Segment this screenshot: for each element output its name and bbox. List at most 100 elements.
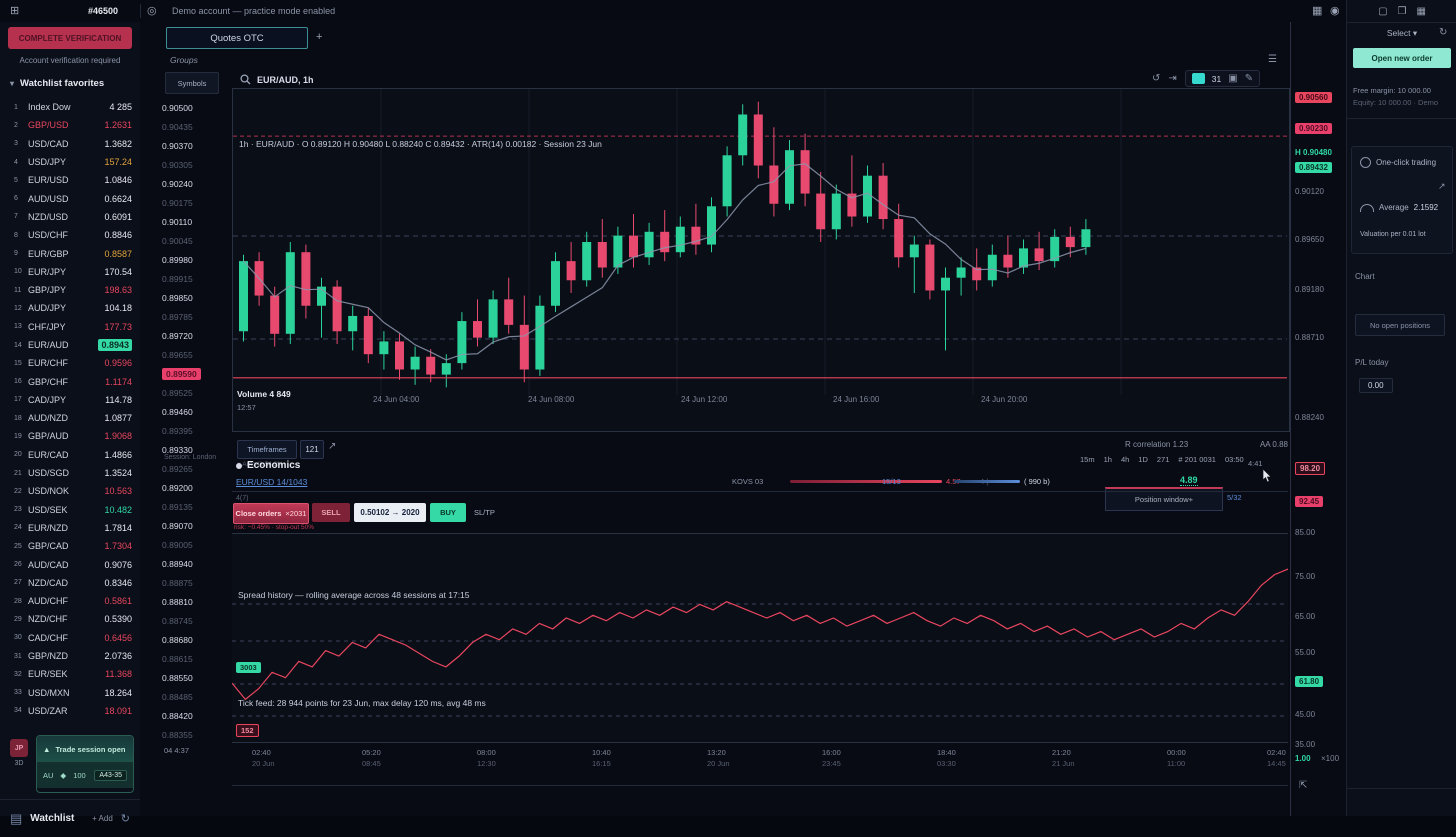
lot-size-input[interactable]: 0.50102 → 2020 [354, 503, 426, 522]
watchlist-row[interactable]: 30 CAD/CHF 0.6456 [0, 629, 140, 647]
candlestick-chart[interactable]: 1h · EUR/AUD · O 0.89120 H 0.90480 L 0.8… [232, 88, 1290, 432]
watchlist-row[interactable]: 4 USD/JPY 157.24 [0, 153, 140, 171]
watchlist-row[interactable]: 25 GBP/CAD 1.7304 [0, 537, 140, 555]
watchlist-row[interactable]: 8 USD/CHF 0.8846 [0, 226, 140, 244]
watchlist-row[interactable]: 33 USD/MXN 18.264 [0, 684, 140, 702]
watchlist-row[interactable]: 34 USD/ZAR 18.091 [0, 702, 140, 720]
session-icon-1[interactable]: AU [43, 771, 53, 780]
watchlist-row-index: 20 [14, 451, 28, 458]
ladder-price-row: 0.90045 [162, 231, 228, 250]
watchlist-price: 0.5861 [104, 596, 132, 606]
watchlist-row[interactable]: 1 Index Dow 4 285 [0, 98, 140, 116]
notifications-icon[interactable]: ◉ [1330, 0, 1340, 22]
watchlist-price: 177.73 [104, 322, 132, 332]
bar-count-badge: 31 [1212, 74, 1221, 84]
watchlist-row[interactable]: 3 USD/CAD 1.3682 [0, 135, 140, 153]
topbar-notice: Demo account — practice mode enabled [172, 0, 335, 22]
trade-session-widget[interactable]: ▲ Trade session open AU ◆ 100 A43-35 [36, 735, 134, 793]
watchlist-row[interactable]: 19 GBP/AUD 1.9068 [0, 427, 140, 445]
watchlist-row[interactable]: 24 EUR/NZD 1.7814 [0, 519, 140, 537]
panel-icon[interactable]: ▢ [1378, 6, 1387, 17]
watchlist-row[interactable]: 15 EUR/CHF 0.9596 [0, 354, 140, 372]
watchlist-row[interactable]: 31 GBP/NZD 2.0736 [0, 647, 140, 665]
watchlist-row[interactable]: 27 NZD/CAD 0.8346 [0, 574, 140, 592]
watchlist-row[interactable]: 29 NZD/CHF 0.5390 [0, 610, 140, 628]
watchlist-row[interactable]: 23 USD/SEK 10.482 [0, 501, 140, 519]
watchlist-row[interactable]: 14 EUR/AUD 0.8943 [0, 336, 140, 354]
add-watchlist-button[interactable]: + Add [92, 814, 113, 823]
goto-realtime-icon[interactable]: ⇥ [1168, 73, 1176, 84]
axis-label: 0.88240 [1295, 413, 1324, 422]
watchlist-row-index: 5 [14, 177, 28, 184]
refresh-icon[interactable]: ↻ [1439, 27, 1447, 38]
watchlist-price: 1.0846 [104, 175, 132, 185]
watchlist-row[interactable]: 12 AUD/JPY 104.18 [0, 299, 140, 317]
one-click-toggle[interactable] [1360, 157, 1371, 168]
axis-label: 98.20 [1295, 462, 1325, 475]
expand-icon[interactable]: ↗ [328, 441, 336, 452]
sell-sentiment-bar [790, 480, 942, 483]
draw-icon[interactable]: ✎ [1245, 73, 1253, 84]
watchlist-row[interactable]: 21 USD/SGD 1.3524 [0, 464, 140, 482]
spread-axis-label: 21:20 21 Jun [1052, 747, 1122, 769]
layout-grid-icon[interactable]: ▦ [1312, 0, 1322, 22]
watchlist-row[interactable]: 6 AUD/USD 0.6624 [0, 189, 140, 207]
buy-button[interactable]: BUY [430, 503, 466, 522]
session-icon-3[interactable]: 100 [73, 771, 86, 780]
watchlist-symbol: EUR/CAD [28, 450, 69, 460]
watchlist-row[interactable]: 26 AUD/CAD 0.9076 [0, 555, 140, 573]
watchlist-row[interactable]: 18 AUD/NZD 1.0877 [0, 409, 140, 427]
export-icon[interactable]: ⇱ [1299, 780, 1307, 791]
watchlist-price: 1.4866 [104, 450, 132, 460]
spread-axis-label: 00:00 11:00 [1167, 747, 1237, 769]
snapshot-icon[interactable]: ▣ [1228, 73, 1237, 84]
expand-icon[interactable]: ↗ [1438, 181, 1446, 192]
section-label: Chart [1355, 272, 1375, 281]
price-axis[interactable]: 0.905600.90230H 0.904800.894320.901200.8… [1290, 22, 1347, 816]
symbol-link[interactable]: EUR/USD 14/1043 [236, 477, 307, 487]
watchlist-row[interactable]: 13 CHF/JPY 177.73 [0, 318, 140, 336]
watchlist-header[interactable]: ▾ Watchlist favorites [10, 78, 132, 89]
spread-axis-time: 18:40 [937, 747, 1007, 758]
candle-style-button[interactable] [1192, 73, 1205, 84]
watchlist-row[interactable]: 9 EUR/GBP 0.8587 [0, 244, 140, 262]
watchlist-row[interactable]: 22 USD/NOK 10.563 [0, 482, 140, 500]
symbols-tab[interactable]: Symbols [165, 72, 219, 94]
sell-button[interactable]: SELL [312, 503, 350, 522]
verification-cta-button[interactable]: COMPLETE VERIFICATION [8, 27, 132, 49]
watchlist-row-index: 6 [14, 195, 28, 202]
watchlist-row[interactable]: 5 EUR/USD 1.0846 [0, 171, 140, 189]
watchlist-row[interactable]: 20 EUR/CAD 1.4866 [0, 446, 140, 464]
watchlist-row[interactable]: 32 EUR/SEK 11.368 [0, 665, 140, 683]
watchlist-sidebar: COMPLETE VERIFICATION Account verificati… [0, 22, 141, 816]
green-metric: 4.89 [1180, 475, 1198, 486]
watchlist-row[interactable]: 2 GBP/USD 1.2631 [0, 116, 140, 134]
axis-label: 85.00 [1295, 528, 1315, 537]
chart-symbol-label[interactable]: EUR/AUD, 1h [257, 75, 314, 85]
app-logo-icon[interactable]: ⊞ [10, 0, 19, 22]
watchlist-row-index: 30 [14, 634, 28, 641]
watchlist-row[interactable]: 11 GBP/JPY 198.63 [0, 281, 140, 299]
watchlist-row[interactable]: 10 EUR/JPY 170.54 [0, 263, 140, 281]
list-icon[interactable]: ☰ [1268, 54, 1277, 65]
session-icon-2[interactable]: ◆ [60, 771, 66, 780]
watchlist-row[interactable]: 7 NZD/USD 0.6091 [0, 208, 140, 226]
watchlist-row[interactable]: 16 GBP/CHF 1.1174 [0, 372, 140, 390]
no-positions-button[interactable]: No open positions [1355, 314, 1445, 336]
ladder-price: 0.90045 [162, 236, 193, 246]
undo-icon[interactable]: ↺ [1152, 73, 1160, 84]
grid-icon[interactable]: ▦ [1416, 6, 1425, 17]
windows-icon[interactable]: ❐ [1398, 6, 1407, 17]
flag-icon: JP [10, 739, 28, 757]
spread-chart[interactable]: Spread history — rolling average across … [232, 533, 1288, 743]
watchlist-row[interactable]: 28 AUD/CHF 0.5861 [0, 592, 140, 610]
axis-label: 55.00 [1295, 648, 1315, 657]
refresh-icon[interactable]: ↻ [121, 812, 130, 825]
open-new-order-button[interactable]: Open new order [1353, 48, 1451, 68]
close-orders-button[interactable]: Close orders ×2031 [233, 503, 309, 524]
watchlist-row-index: 11 [14, 287, 28, 294]
watchlist-row[interactable]: 17 CAD/JPY 114.78 [0, 391, 140, 409]
add-symbol-button[interactable]: + [316, 31, 322, 43]
symbol-search-box[interactable]: Quotes OTC [166, 27, 308, 49]
trade-sidebar: ▢ ❐ ▦ Select ▾ ↻ Open new order Free mar… [1346, 0, 1456, 816]
